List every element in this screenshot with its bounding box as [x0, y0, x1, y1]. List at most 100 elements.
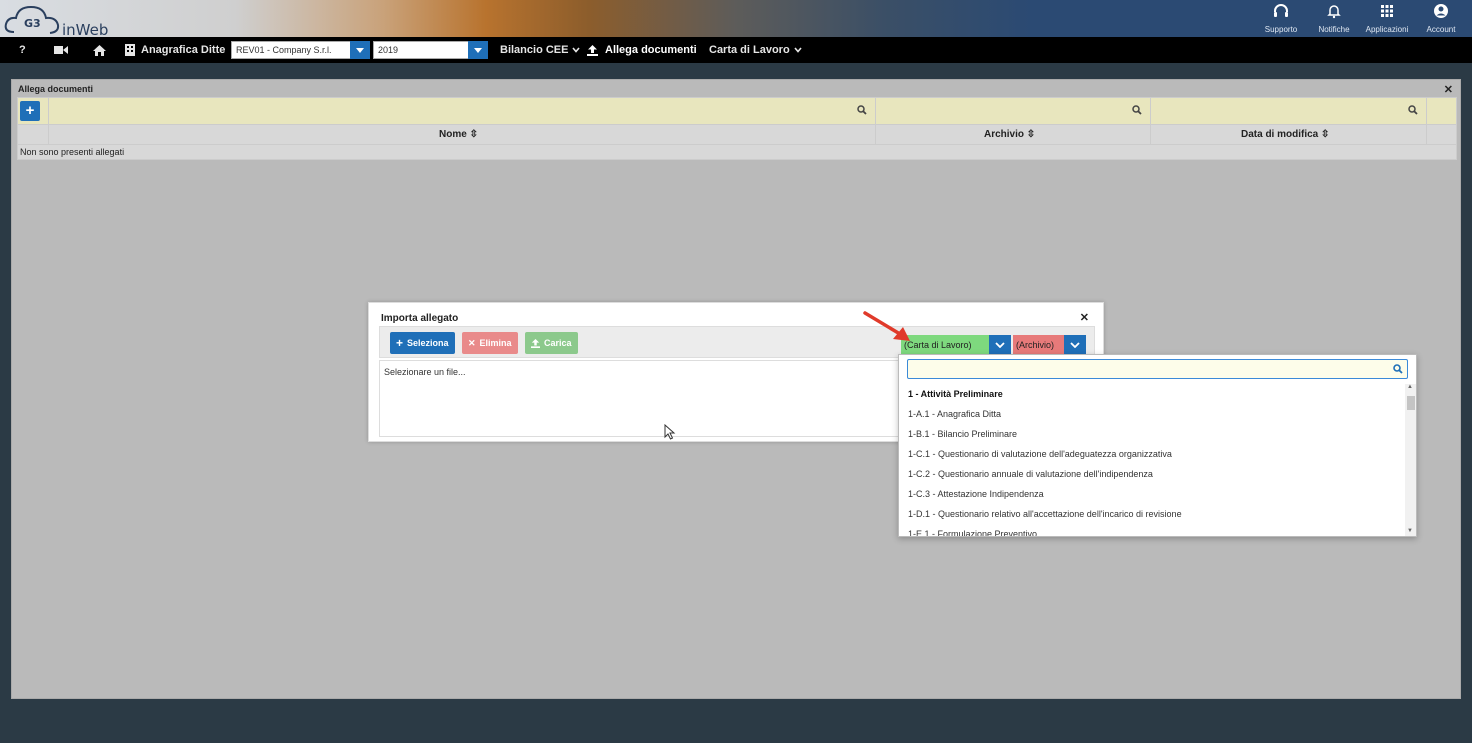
apps-label: Applicazioni: [1365, 25, 1409, 34]
caret-down-icon: [474, 47, 482, 53]
dropdown-list: 1 - Attività Preliminare 1-A.1 - Anagrafi…: [899, 384, 1405, 536]
dropdown-scrollbar[interactable]: ▲ ▼: [1405, 384, 1416, 536]
scroll-up-icon[interactable]: ▲: [1407, 384, 1413, 390]
data-header-label: Data di modifica: [1241, 129, 1319, 140]
carta-combo-value: (Carta di Lavoro): [901, 335, 989, 355]
carta-di-lavoro-menu[interactable]: Carta di Lavoro: [709, 37, 802, 63]
scrollbar-thumb[interactable]: [1407, 396, 1415, 410]
dropdown-option[interactable]: 1-E.1 - Formulazione Preventivo: [899, 524, 1405, 536]
search-icon: [1393, 364, 1403, 374]
chevron-down-icon: [794, 47, 802, 53]
archivio-combo[interactable]: (Archivio): [1013, 335, 1086, 355]
home-button[interactable]: [93, 37, 106, 63]
dropdown-search-input[interactable]: [907, 359, 1408, 379]
dropdown-option[interactable]: 1-D.1 - Questionario relativo all'accett…: [899, 504, 1405, 524]
support-button[interactable]: Supporto: [1256, 3, 1306, 34]
upload-icon: [531, 338, 540, 348]
header-row: Nome ⇳ Archivio ⇳ Data di modifica ⇳: [17, 124, 1457, 144]
sort-icon: ⇳: [469, 129, 478, 140]
dropdown-option[interactable]: 1-C.2 - Questionario annuale di valutazi…: [899, 464, 1405, 484]
plus-icon: +: [396, 336, 404, 350]
panel-close-button[interactable]: ✕: [1444, 83, 1453, 96]
archivio-header-label: Archivio: [984, 129, 1025, 140]
nav-bar: ? Anagrafica Ditte REV01 - Company S.r.l…: [0, 37, 1472, 63]
upload-file-label: Carica: [544, 338, 572, 348]
archivio-filter-cell[interactable]: [875, 98, 1150, 124]
carta-di-lavoro-combo[interactable]: (Carta di Lavoro): [901, 335, 1011, 355]
nome-filter-cell[interactable]: [48, 98, 875, 124]
video-camera-icon: [54, 46, 68, 54]
header-spacer-cell: [1426, 125, 1456, 144]
select-file-label: Seleziona: [407, 338, 449, 348]
support-label: Supporto: [1264, 25, 1298, 34]
building-icon: [125, 44, 135, 56]
apps-button[interactable]: Applicazioni: [1362, 3, 1412, 34]
add-attachment-button[interactable]: +: [20, 101, 40, 121]
filter-row: +: [17, 97, 1457, 124]
bilancio-cee-menu[interactable]: Bilancio CEE: [500, 37, 581, 63]
user-circle-icon: [1434, 4, 1448, 18]
chevron-down-icon: [995, 342, 1005, 348]
nome-header-label: Nome: [439, 129, 467, 140]
data-column-header[interactable]: Data di modifica ⇳: [1150, 125, 1426, 144]
sort-icon: ⇳: [1026, 129, 1036, 140]
dropdown-group-header[interactable]: 1 - Attività Preliminare: [899, 384, 1405, 404]
panel-title: Allega documenti: [18, 84, 94, 94]
search-icon: [857, 105, 867, 115]
delete-file-button[interactable]: ✕ Elimina: [462, 332, 518, 354]
scroll-down-icon[interactable]: ▼: [1407, 528, 1413, 534]
archivio-column-header[interactable]: Archivio ⇳: [875, 125, 1150, 144]
account-button[interactable]: Account: [1416, 3, 1466, 34]
bell-icon: [1327, 5, 1341, 19]
dropdown-option[interactable]: 1-A.1 - Anagrafica Ditta: [899, 404, 1405, 424]
upload-icon: [587, 44, 598, 56]
apps-grid-icon: [1381, 5, 1393, 17]
year-select[interactable]: 2019: [373, 41, 469, 59]
nome-column-header[interactable]: Nome ⇳: [48, 125, 875, 144]
anagrafica-ditte-label: Anagrafica Ditte: [141, 44, 226, 56]
help-label: ?: [19, 44, 26, 56]
carta-di-lavoro-dropdown: 1 - Attività Preliminare 1-A.1 - Anagrafi…: [898, 354, 1417, 537]
help-button[interactable]: ?: [19, 37, 26, 63]
video-button[interactable]: [54, 37, 68, 63]
empty-row: Non sono presenti allegati: [17, 144, 1457, 160]
anagrafica-ditte-menu[interactable]: Anagrafica Ditte: [125, 37, 225, 63]
dropdown-option[interactable]: 1-C.3 - Attestazione Indipendenza: [899, 484, 1405, 504]
archivio-combo-toggle[interactable]: [1064, 335, 1086, 355]
archivio-combo-value: (Archivio): [1013, 335, 1064, 355]
app-logo[interactable]: G3 inWeb: [4, 2, 114, 39]
company-select[interactable]: REV01 - Company S.r.l.: [231, 41, 351, 59]
carta-di-lavoro-label: Carta di Lavoro: [709, 44, 790, 56]
close-icon: ✕: [468, 337, 476, 348]
select-file-button[interactable]: + Seleziona: [390, 332, 455, 354]
annotation-arrow-icon: [863, 311, 910, 341]
attachments-grid: + Nome ⇳ Archivio ⇳ Data di modifica ⇳ N…: [17, 97, 1457, 160]
year-select-toggle[interactable]: [468, 41, 488, 59]
filter-spacer-cell: [1426, 98, 1456, 124]
top-header: G3 inWeb Supporto Notifiche Applicazioni…: [0, 0, 1472, 39]
bilancio-cee-label: Bilancio CEE: [500, 44, 569, 56]
dropdown-option[interactable]: 1-B.1 - Bilancio Preliminare: [899, 424, 1405, 444]
account-label: Account: [1426, 25, 1456, 34]
search-icon: [1132, 105, 1142, 115]
data-filter-cell[interactable]: [1150, 98, 1426, 124]
sort-icon: ⇳: [1321, 129, 1330, 140]
allega-documenti-menu[interactable]: Allega documenti: [587, 37, 697, 63]
chevron-down-icon: [1070, 342, 1080, 348]
carta-combo-toggle[interactable]: [989, 335, 1011, 355]
allega-documenti-label: Allega documenti: [605, 44, 697, 56]
logo-badge: G3: [24, 17, 41, 30]
upload-file-button[interactable]: Carica: [525, 332, 578, 354]
dialog-title: Importa allegato: [381, 313, 459, 324]
cloud-logo-icon: G3: [4, 5, 60, 34]
dropdown-option[interactable]: 1-C.1 - Questionario di valutazione dell…: [899, 444, 1405, 464]
file-placeholder-text: Selezionare un file...: [384, 367, 466, 377]
notifications-label: Notifiche: [1318, 25, 1350, 34]
caret-down-icon: [356, 47, 364, 53]
dialog-close-button[interactable]: ✕: [1080, 311, 1089, 324]
company-select-toggle[interactable]: [350, 41, 370, 59]
search-icon: [1408, 105, 1418, 115]
home-icon: [93, 44, 106, 56]
empty-message: Non sono presenti allegati: [20, 147, 125, 157]
notifications-button[interactable]: Notifiche: [1309, 3, 1359, 34]
